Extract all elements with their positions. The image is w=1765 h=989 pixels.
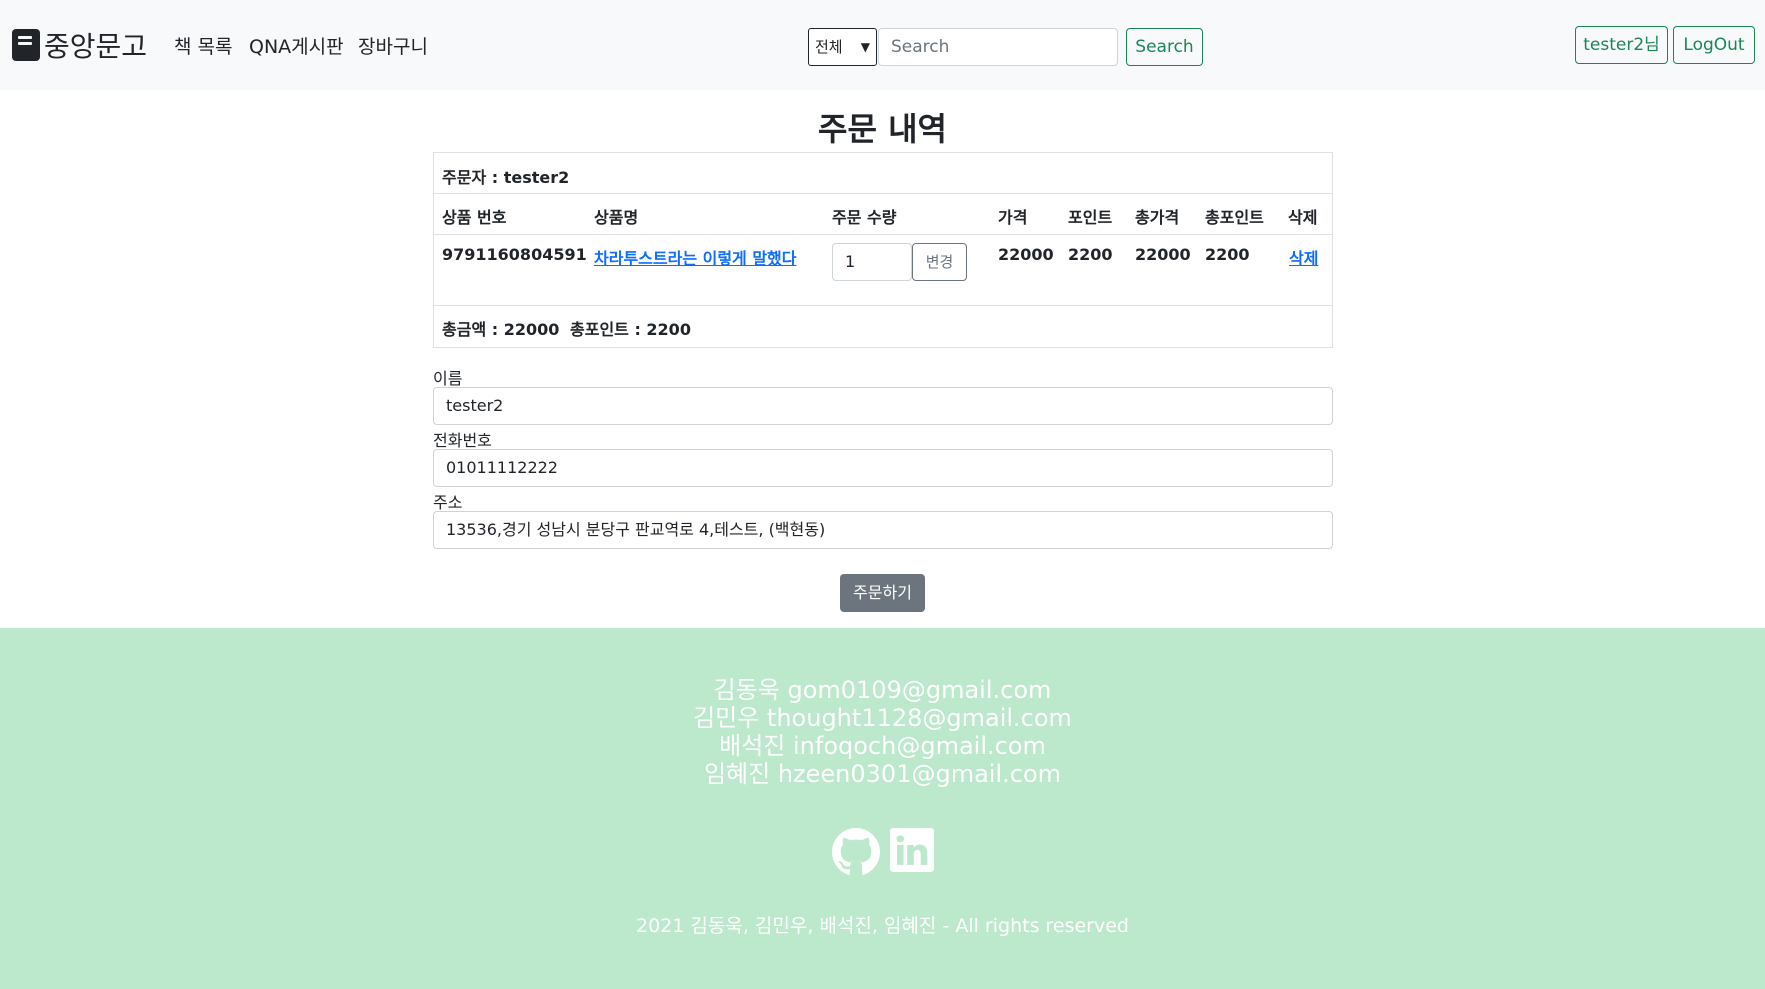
quantity-input[interactable]: 1 [832, 243, 912, 281]
total-price-value: 22000 [1135, 245, 1191, 264]
nav-link-books[interactable]: 책 목록 [174, 32, 232, 59]
quantity-change-button[interactable]: 변경 [912, 243, 967, 281]
header-delete: 삭제 [1288, 208, 1318, 227]
brand-text: 중앙문고 [44, 30, 148, 63]
header-point: 포인트 [1068, 208, 1113, 227]
contact-item: 배석진 infoqoch@gmail.com [719, 732, 1046, 760]
contact-list: 김동욱 gom0109@gmail.com 김민우 thought1128@gm… [0, 676, 1765, 788]
footer: 김동욱 gom0109@gmail.com 김민우 thought1128@gm… [0, 628, 1765, 989]
nav-link-qna[interactable]: QNA게시판 [249, 32, 344, 59]
name-field[interactable]: tester2 [433, 387, 1333, 425]
logout-button[interactable]: LogOut [1673, 26, 1755, 64]
user-button[interactable]: tester2님 [1575, 26, 1668, 64]
header-total-price: 총가격 [1135, 208, 1180, 227]
header-product-no: 상품 번호 [442, 208, 507, 227]
total-amount: 총금액 : 22000 [442, 320, 560, 339]
search-category-select[interactable]: 전체 ▼ [808, 28, 877, 66]
search-category-value: 전체 [815, 38, 843, 56]
address-field[interactable]: 13536,경기 성남시 분당구 판교역로 4,테스트, (백현동) [433, 511, 1333, 549]
total-point-value: 2200 [1205, 245, 1250, 264]
search-input[interactable]: Search [878, 28, 1118, 66]
header-total-point: 총포인트 [1205, 208, 1264, 227]
page-title: 주문 내역 [818, 110, 947, 148]
nav-link-cart[interactable]: 장바구니 [358, 32, 428, 59]
delete-link[interactable]: 삭제 [1289, 245, 1318, 269]
point-value: 2200 [1068, 245, 1113, 264]
product-name-link[interactable]: 차라투스트라는 이렇게 말했다 [594, 245, 797, 269]
header-price: 가격 [998, 208, 1028, 227]
github-icon[interactable] [832, 828, 880, 876]
product-no: 9791160804591 [442, 245, 587, 264]
book-icon [12, 29, 40, 61]
phone-field[interactable]: 01011112222 [433, 449, 1333, 487]
address-label: 주소 [433, 493, 463, 512]
navbar: 중앙문고 책 목록 QNA게시판 장바구니 전체 ▼ Search Search… [0, 0, 1765, 90]
contact-item: 김민우 thought1128@gmail.com [693, 704, 1072, 732]
total-point-summary: 총포인트 : 2200 [570, 320, 691, 339]
price-value: 22000 [998, 245, 1054, 264]
contact-item: 김동욱 gom0109@gmail.com [713, 676, 1052, 704]
search-button[interactable]: Search [1126, 28, 1203, 66]
header-product-name: 상품명 [594, 208, 639, 227]
order-table: 주문자 : tester2 상품 번호 상품명 주문 수량 가격 포인트 총가격… [433, 152, 1333, 348]
order-submit-button[interactable]: 주문하기 [840, 574, 925, 612]
contact-item: 임혜진 hzeen0301@gmail.com [703, 760, 1062, 788]
social-links [832, 828, 934, 876]
orderer-label: 주문자 : tester2 [442, 168, 570, 187]
copyright-text: 2021 김동욱, 김민우, 배석진, 임혜진 - All rights res… [636, 915, 1129, 937]
brand-link[interactable]: 중앙문고 [12, 27, 147, 63]
linkedin-icon[interactable] [890, 828, 934, 876]
header-quantity: 주문 수량 [832, 208, 897, 227]
name-label: 이름 [433, 369, 463, 388]
phone-label: 전화번호 [433, 431, 492, 450]
chevron-down-icon: ▼ [860, 40, 870, 54]
